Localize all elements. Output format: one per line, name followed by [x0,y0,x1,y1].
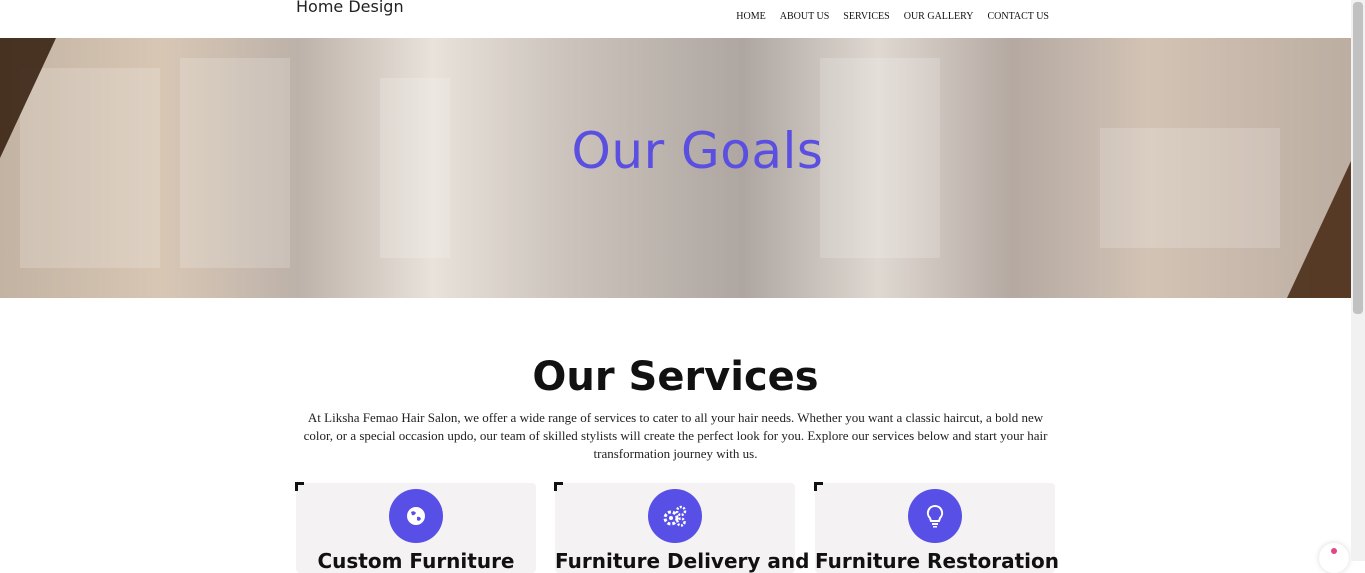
hero-title: Our Goals [571,122,824,180]
page-scrollbar[interactable] [1351,0,1365,561]
nav-about-us[interactable]: ABOUT US [780,11,830,22]
gears-icon [648,489,702,543]
hero-corner-right [1287,161,1351,298]
nav-our-gallery[interactable]: OUR GALLERY [904,11,974,22]
nav-services[interactable]: SERVICES [843,11,889,22]
service-card[interactable]: Furniture Restoration [814,482,1059,573]
services-heading: Our Services [532,354,819,400]
service-card[interactable]: Custom Furniture [295,482,536,573]
nav-home[interactable]: HOME [736,11,765,22]
site-brand[interactable]: Home Design [296,0,404,16]
globe-icon [389,489,443,543]
services-description: At Liksha Femao Hair Salon, we offer a w… [303,410,1048,461]
service-card[interactable]: Furniture Delivery and [554,482,810,573]
top-navbar: Home Design HOME ABOUT US SERVICES OUR G… [0,0,1351,38]
hero-banner: Our Goals [0,38,1351,298]
nav-contact-us[interactable]: CONTACT US [987,11,1049,22]
chat-widget-icon[interactable] [1319,543,1349,573]
lightbulb-icon [908,489,962,543]
main-nav: HOME ABOUT US SERVICES OUR GALLERY CONTA… [736,11,1049,22]
service-card-title: Furniture Restoration [815,549,1059,573]
service-card-title: Custom Furniture [317,549,515,573]
scrollbar-thumb[interactable] [1353,2,1363,314]
service-card-title: Furniture Delivery and [555,549,810,573]
